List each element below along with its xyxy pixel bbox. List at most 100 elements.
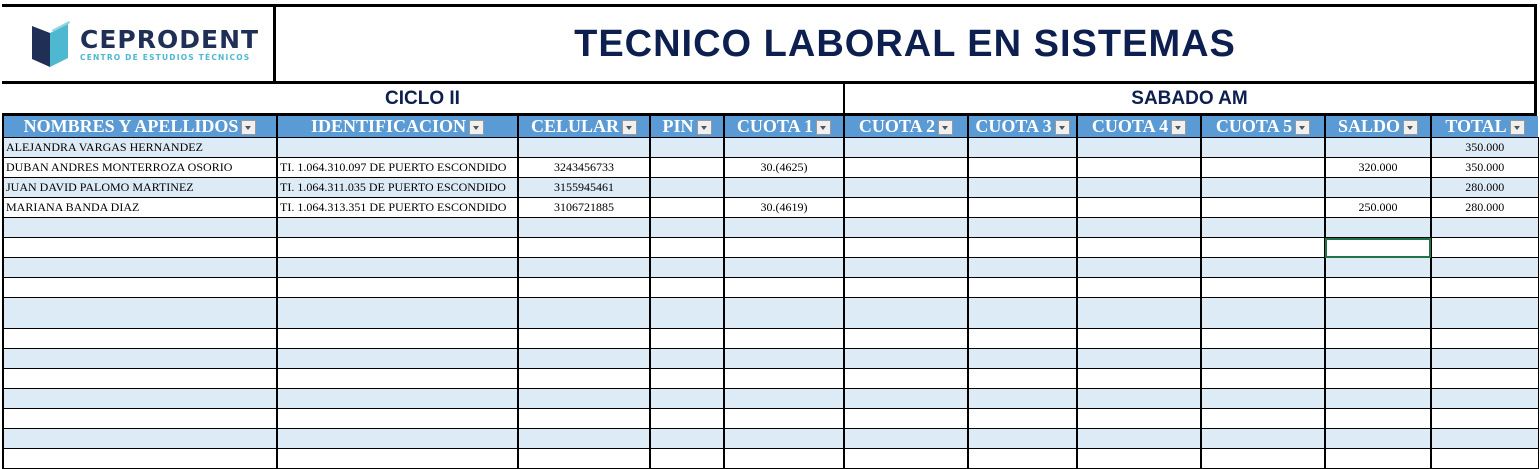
table-cell[interactable]	[843, 448, 969, 469]
table-cell[interactable]	[517, 388, 651, 409]
table-cell[interactable]	[2, 328, 278, 349]
filter-dropdown-icon[interactable]	[1171, 120, 1187, 136]
table-cell[interactable]	[843, 257, 969, 278]
table-cell[interactable]	[1324, 448, 1432, 469]
table-cell[interactable]	[967, 137, 1078, 158]
table-cell[interactable]	[843, 277, 969, 298]
table-cell[interactable]	[649, 368, 725, 389]
table-cell[interactable]	[843, 388, 969, 409]
table-cell[interactable]	[723, 177, 845, 198]
table-cell[interactable]	[649, 257, 725, 278]
table-cell[interactable]	[517, 257, 651, 278]
table-cell[interactable]: 350.000	[1430, 157, 1539, 178]
table-cell[interactable]: MARIANA BANDA DIAZ	[2, 197, 278, 218]
table-cell[interactable]	[1200, 368, 1326, 389]
table-cell[interactable]: TI. 1.064.310.097 DE PUERTO ESCONDIDO	[276, 157, 519, 178]
table-cell[interactable]	[1430, 328, 1539, 349]
table-cell[interactable]	[843, 428, 969, 449]
table-cell[interactable]	[1076, 237, 1202, 258]
table-cell[interactable]	[649, 177, 725, 198]
column-header[interactable]: CUOTA 3	[967, 116, 1077, 138]
filter-dropdown-icon[interactable]	[1509, 120, 1525, 136]
table-cell[interactable]	[2, 297, 278, 329]
table-cell[interactable]	[723, 257, 845, 278]
table-cell[interactable]	[517, 237, 651, 258]
table-cell[interactable]	[967, 388, 1078, 409]
table-cell[interactable]: TI. 1.064.311.035 DE PUERTO ESCONDIDO	[276, 177, 519, 198]
table-cell[interactable]	[967, 237, 1078, 258]
table-cell[interactable]	[649, 137, 725, 158]
table-cell[interactable]	[517, 428, 651, 449]
table-cell[interactable]	[1200, 428, 1326, 449]
table-cell[interactable]	[723, 428, 845, 449]
table-cell[interactable]	[1076, 137, 1202, 158]
table-cell[interactable]	[649, 408, 725, 429]
table-cell[interactable]	[276, 448, 519, 469]
table-cell[interactable]: 250.000	[1324, 197, 1432, 218]
table-cell[interactable]	[967, 368, 1078, 389]
table-cell[interactable]	[649, 157, 725, 178]
table-cell[interactable]	[276, 137, 519, 158]
filter-dropdown-icon[interactable]	[469, 120, 485, 136]
table-cell[interactable]	[1076, 428, 1202, 449]
table-cell[interactable]	[1200, 197, 1326, 218]
table-cell[interactable]	[1076, 348, 1202, 369]
table-cell[interactable]	[1076, 388, 1202, 409]
table-cell[interactable]	[649, 328, 725, 349]
table-cell[interactable]	[1430, 257, 1539, 278]
table-cell[interactable]	[649, 197, 725, 218]
table-cell[interactable]	[2, 368, 278, 389]
table-cell[interactable]	[723, 388, 845, 409]
table-cell[interactable]	[517, 348, 651, 369]
column-header[interactable]: TOTAL	[1430, 116, 1538, 138]
table-cell[interactable]	[1430, 388, 1539, 409]
table-cell[interactable]	[1200, 237, 1326, 258]
table-cell[interactable]	[1200, 448, 1326, 469]
column-header[interactable]: PIN	[649, 116, 724, 138]
table-cell[interactable]	[649, 277, 725, 298]
table-cell[interactable]	[843, 157, 969, 178]
table-cell[interactable]	[276, 348, 519, 369]
table-cell[interactable]	[517, 297, 651, 329]
table-cell[interactable]	[1076, 328, 1202, 349]
column-header[interactable]: IDENTIFICACION	[276, 116, 518, 138]
table-cell[interactable]: DUBAN ANDRES MONTERROZA OSORIO	[2, 157, 278, 178]
table-cell[interactable]	[723, 408, 845, 429]
filter-dropdown-icon[interactable]	[816, 120, 832, 136]
filter-dropdown-icon[interactable]	[696, 120, 712, 136]
table-cell[interactable]	[843, 348, 969, 369]
table-cell[interactable]	[1076, 217, 1202, 238]
table-cell[interactable]	[1324, 257, 1432, 278]
table-cell[interactable]	[649, 348, 725, 369]
table-cell[interactable]	[1324, 237, 1432, 258]
table-cell[interactable]	[1076, 177, 1202, 198]
table-cell[interactable]	[276, 257, 519, 278]
table-cell[interactable]	[2, 348, 278, 369]
filter-dropdown-icon[interactable]	[1295, 120, 1311, 136]
table-cell[interactable]	[1430, 368, 1539, 389]
table-cell[interactable]	[967, 408, 1078, 429]
table-cell[interactable]	[843, 177, 969, 198]
table-cell[interactable]	[723, 137, 845, 158]
table-cell[interactable]: 350.000	[1430, 137, 1539, 158]
table-cell[interactable]	[1430, 448, 1539, 469]
table-cell[interactable]	[276, 328, 519, 349]
table-cell[interactable]	[1076, 257, 1202, 278]
filter-dropdown-icon[interactable]	[622, 120, 637, 136]
table-cell[interactable]	[1076, 408, 1202, 429]
table-cell[interactable]: ALEJANDRA VARGAS HERNANDEZ	[2, 137, 278, 158]
table-cell[interactable]	[1200, 157, 1326, 178]
table-cell[interactable]	[517, 408, 651, 429]
table-cell[interactable]	[1324, 297, 1432, 329]
column-header[interactable]: SALDO	[1324, 116, 1431, 138]
table-cell[interactable]	[1200, 328, 1326, 349]
column-header[interactable]: CUOTA 5	[1200, 116, 1325, 138]
table-cell[interactable]	[517, 277, 651, 298]
table-cell[interactable]	[517, 217, 651, 238]
table-cell[interactable]	[1324, 177, 1432, 198]
table-cell[interactable]	[967, 157, 1078, 178]
table-cell[interactable]	[1076, 368, 1202, 389]
table-cell[interactable]: 3106721885	[517, 197, 651, 218]
table-cell[interactable]	[1324, 368, 1432, 389]
table-cell[interactable]	[843, 408, 969, 429]
